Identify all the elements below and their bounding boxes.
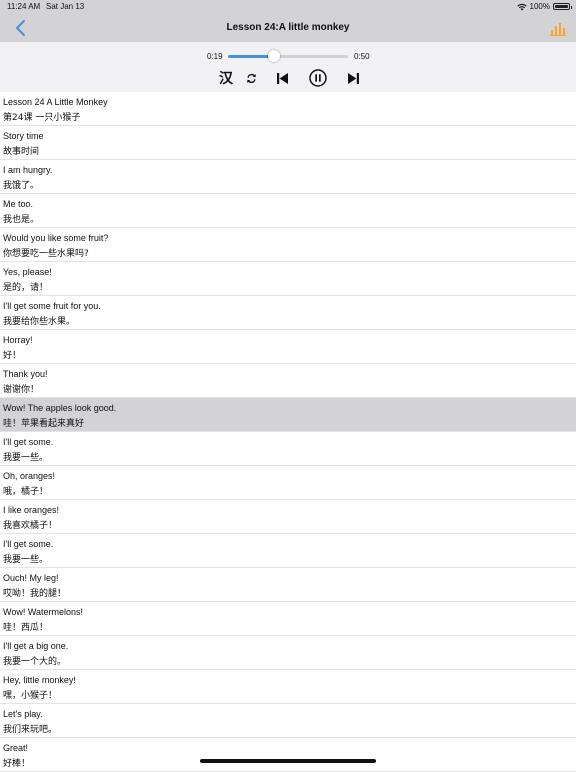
sentence-english: Wow! The apples look good.: [3, 403, 117, 413]
sentence-row[interactable]: Oh, oranges! 哦，橘子！: [0, 466, 576, 500]
sentence-chinese: 哇！西瓜！: [3, 623, 49, 633]
battery-icon: [553, 3, 572, 10]
sentence-row[interactable]: Wow! The apples look good. 哇！苹果看起来真好: [0, 398, 576, 432]
sentence-chinese: 我们来玩吧。: [3, 725, 58, 735]
sentence-chinese: 我也是。: [3, 215, 40, 225]
status-date: Sat Jan 13: [46, 2, 85, 11]
battery-percent: 100%: [529, 2, 550, 11]
sentence-english: Wow! Watermelons!: [3, 607, 84, 617]
progress-slider[interactable]: [228, 50, 348, 62]
sentence-chinese: 第24课 一只小猴子: [3, 113, 81, 123]
sentence-row[interactable]: Wow! Watermelons! 哇！西瓜！: [0, 602, 576, 636]
sentence-row[interactable]: Thank you! 谢谢你！: [0, 364, 576, 398]
sentence-chinese: 是的，请！: [3, 283, 49, 293]
slider-thumb[interactable]: [267, 50, 280, 62]
sentence-chinese: 我要给你些水果。: [3, 317, 76, 327]
sentence-row[interactable]: I'll get some. 我要一些。: [0, 432, 576, 466]
battery-level: [555, 5, 568, 8]
sentence-english: Ouch! My leg!: [3, 573, 59, 583]
sentence-row[interactable]: Hey, little monkey! 嘿，小猴子！: [0, 670, 576, 704]
sentence-row[interactable]: Let's play. 我们来玩吧。: [0, 704, 576, 738]
sentence-english: Story time: [3, 131, 44, 141]
sentence-row[interactable]: I'll get some. 我要一些。: [0, 534, 576, 568]
status-right: 100%: [516, 2, 572, 11]
bar-chart-icon[interactable]: [550, 21, 566, 36]
sentence-row[interactable]: Lesson 24 A Little Monkey 第24课 一只小猴子: [0, 92, 576, 126]
status-time: 11:24 AM: [7, 2, 41, 11]
home-indicator: [200, 759, 376, 763]
sentence-chinese: 谢谢你！: [3, 385, 40, 395]
sentence-english: I'll get some fruit for you.: [3, 301, 101, 311]
pause-icon: [309, 69, 327, 87]
sentence-row[interactable]: Me too. 我也是。: [0, 194, 576, 228]
sentence-english: Great!: [3, 743, 29, 753]
sentence-english: Let's play.: [3, 709, 43, 719]
repeat-icon: [246, 73, 256, 83]
sentence-row[interactable]: Yes, please! 是的，请！: [0, 262, 576, 296]
sentence-chinese: 好！: [3, 351, 22, 361]
next-button[interactable]: [345, 69, 361, 87]
sentence-row[interactable]: Horray! 好！: [0, 330, 576, 364]
status-bar: 11:24 AM Sat Jan 13 100%: [0, 0, 576, 14]
sentence-english: I'll get some.: [3, 539, 54, 549]
previous-button[interactable]: [274, 69, 290, 87]
sentence-row[interactable]: Would you like some fruit? 你想要吃一些水果吗?: [0, 228, 576, 262]
sentence-row[interactable]: Ouch! My leg! 哎呦！我的腿！: [0, 568, 576, 602]
sentence-english: I'll get some.: [3, 437, 54, 447]
sentence-row[interactable]: I'll get some fruit for you. 我要给你些水果。: [0, 296, 576, 330]
sentence-row[interactable]: Story time 故事时间: [0, 126, 576, 160]
sentence-english: I am hungry.: [3, 165, 53, 175]
sentence-english: Oh, oranges!: [3, 471, 56, 481]
sentence-english: Me too.: [3, 199, 34, 209]
sentence-chinese: 你想要吃一些水果吗?: [3, 249, 89, 259]
sentence-row[interactable]: Great! 好棒！: [0, 738, 576, 772]
sentence-chinese: 我喜欢橘子！: [3, 521, 58, 531]
navigation-bar: Lesson 24:A little monkey: [0, 14, 576, 42]
sentence-english: Thank you!: [3, 369, 48, 379]
sentence-list: Lesson 24 A Little Monkey 第24课 一只小猴子 Story…: [0, 92, 576, 772]
sentence-chinese: 哦，橘子！: [3, 487, 49, 497]
sentence-english: Horray!: [3, 335, 33, 345]
sentence-chinese: 哎呦！我的腿！: [3, 589, 67, 599]
skip-forward-icon: [347, 72, 359, 84]
sentence-row[interactable]: I am hungry. 我饿了。: [0, 160, 576, 194]
sentence-chinese: 我饿了。: [3, 181, 40, 191]
current-time: 0:19: [207, 52, 223, 61]
audio-player: 0:19 0:50 汉: [0, 42, 576, 92]
sentence-english: I like oranges!: [3, 505, 60, 515]
sentence-chinese: 故事时间: [3, 147, 40, 157]
sentence-chinese: 嘿，小猴子！: [3, 691, 58, 701]
skip-back-icon: [276, 72, 288, 84]
progress-played: [228, 55, 274, 58]
sentence-english: Hey, little monkey!: [3, 675, 76, 685]
sentence-english: Would you like some fruit?: [3, 233, 109, 243]
sentence-english: I'll get a big one.: [3, 641, 69, 651]
sentence-row[interactable]: I'll get a big one. 我要一个大的。: [0, 636, 576, 670]
sentence-chinese: 哇！苹果看起来真好: [3, 419, 85, 429]
sentence-row[interactable]: I like oranges! 我喜欢橘子！: [0, 500, 576, 534]
sentence-chinese: 我要一些。: [3, 453, 49, 463]
language-toggle-button[interactable]: 汉: [217, 69, 235, 87]
sentence-chinese: 我要一个大的。: [3, 657, 67, 667]
sentence-english: Lesson 24 A Little Monkey: [3, 97, 108, 107]
sentence-chinese: 我要一些。: [3, 555, 49, 565]
page-title: Lesson 24:A little monkey: [226, 22, 350, 33]
sentence-english: Yes, please!: [3, 267, 52, 277]
wifi-icon: [516, 3, 527, 10]
repeat-button[interactable]: [244, 69, 258, 87]
pause-button[interactable]: [308, 69, 328, 87]
duration: 0:50: [354, 52, 370, 61]
sentence-chinese: 好棒！: [3, 759, 31, 769]
